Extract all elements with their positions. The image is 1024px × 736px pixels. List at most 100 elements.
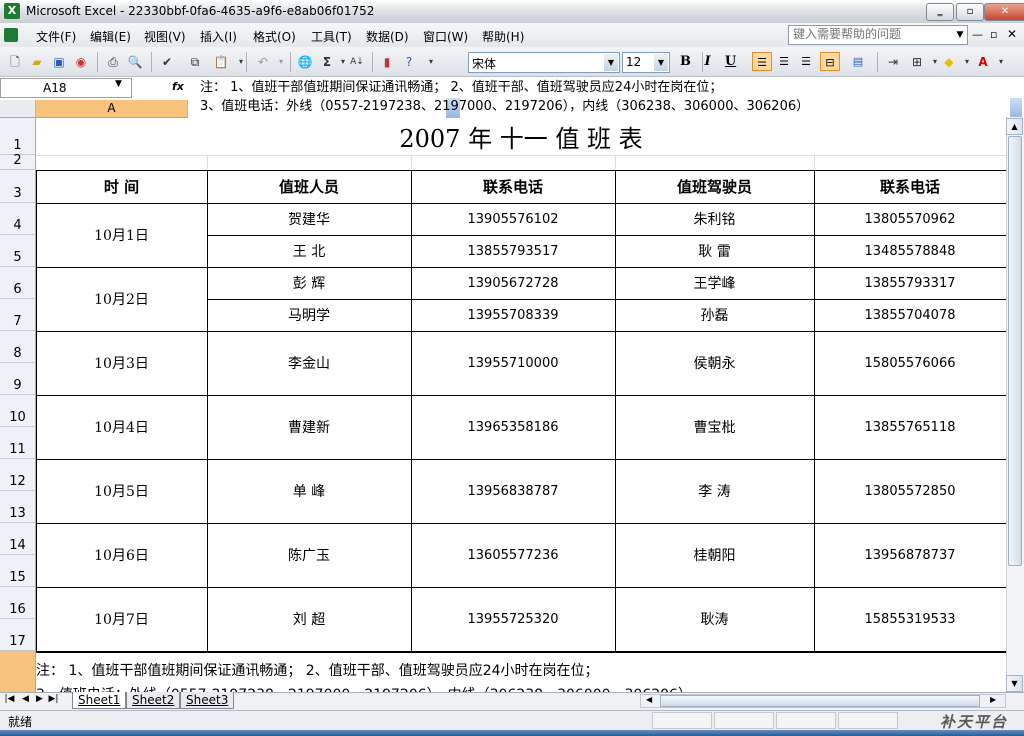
workbook-icon[interactable] (4, 28, 18, 42)
align-right-icon[interactable]: ☰ (796, 52, 816, 71)
row-header[interactable]: 11 (0, 427, 36, 459)
sort-ascending-icon[interactable]: A↓ (348, 53, 366, 71)
staff-name-cell[interactable]: 王 北 (207, 235, 411, 267)
horizontal-scroll-thumb[interactable] (660, 695, 980, 707)
scroll-right-icon[interactable]: ▶ (990, 695, 996, 704)
menu-window[interactable]: 窗口(W) (423, 28, 468, 45)
chevron-down-icon[interactable]: ▼ (953, 26, 967, 44)
column-header-a[interactable]: A (36, 100, 188, 118)
copy-icon[interactable]: ⧉ (186, 53, 204, 71)
staff-name-cell[interactable]: 李金山 (207, 331, 411, 395)
date-cell[interactable]: 10月7日 (36, 587, 207, 651)
chevron-down-icon[interactable]: ▼ (115, 79, 122, 89)
merge-center-icon[interactable]: ⊟ (820, 52, 840, 71)
chevron-down-icon[interactable]: ▾ (232, 53, 250, 71)
driver-name-cell[interactable]: 侯朝永 (615, 331, 814, 395)
menu-file[interactable]: 文件(F) (36, 28, 76, 45)
scroll-up-icon[interactable]: ▲ (1006, 118, 1023, 135)
chevron-down-icon[interactable]: ▼ (604, 54, 618, 71)
date-cell[interactable]: 10月2日 (36, 267, 207, 331)
prev-sheet-icon[interactable]: ◀ (20, 694, 31, 704)
date-cell[interactable]: 10月3日 (36, 331, 207, 395)
driver-name-cell[interactable]: 曹宝枇 (615, 395, 814, 459)
driver-name-cell[interactable]: 孙磊 (615, 299, 814, 331)
row-header[interactable]: 5 (0, 235, 36, 267)
column-title[interactable]: 联系电话 (411, 170, 615, 203)
spelling-icon[interactable]: ✔ (158, 53, 176, 71)
staff-phone-cell[interactable]: 13955710000 (411, 331, 615, 395)
row-header[interactable]: 12 (0, 459, 36, 491)
chevron-down-icon[interactable]: ▾ (272, 53, 290, 71)
vertical-scroll-thumb[interactable] (1008, 136, 1022, 566)
bold-button[interactable]: B (676, 52, 695, 71)
help-icon[interactable]: ? (400, 53, 418, 71)
scroll-down-icon[interactable]: ▼ (1006, 675, 1023, 692)
doc-close-icon[interactable]: ✕ (1007, 27, 1017, 41)
doc-minimize-icon[interactable]: — (972, 28, 983, 41)
date-cell[interactable]: 10月6日 (36, 523, 207, 587)
chevron-down-icon[interactable]: ▾ (992, 53, 1010, 71)
open-folder-icon[interactable]: ▰ (28, 53, 46, 71)
borders-icon[interactable]: ⊞ (908, 53, 926, 71)
menu-data[interactable]: 数据(D) (366, 28, 409, 45)
worksheet-grid[interactable]: 2007 年 十一 值 班 表时 间值班人员 联系电话 值班驾驶员 联系电话 10月1日… (36, 118, 1006, 692)
menu-help[interactable]: 帮助(H) (482, 28, 524, 45)
align-center-icon[interactable]: ☰ (774, 52, 794, 71)
driver-phone-cell[interactable]: 13855793317 (814, 267, 1006, 299)
driver-name-cell[interactable]: 李 涛 (615, 459, 814, 523)
first-sheet-icon[interactable]: |◀ (4, 694, 15, 704)
name-box[interactable]: A18 ▼ (0, 78, 132, 98)
fill-color-icon[interactable]: ◆ (940, 53, 958, 71)
staff-name-cell[interactable]: 曹建新 (207, 395, 411, 459)
row-header-selected[interactable] (0, 651, 36, 693)
row-header[interactable]: 4 (0, 203, 36, 235)
menu-insert[interactable]: 插入(I) (200, 28, 237, 45)
print-icon[interactable]: ⎙ (104, 53, 122, 71)
column-title[interactable]: 值班驾驶员 (615, 170, 814, 203)
row-header[interactable]: 16 (0, 587, 36, 619)
increase-indent-icon[interactable]: ⇥ (884, 53, 902, 71)
scroll-left-icon[interactable]: ◀ (646, 695, 652, 704)
staff-name-cell[interactable]: 刘 超 (207, 587, 411, 651)
row-header[interactable]: 1 (0, 118, 36, 155)
permission-icon[interactable]: ◉ (72, 53, 90, 71)
staff-name-cell[interactable]: 彭 辉 (207, 267, 411, 299)
row-header[interactable]: 15 (0, 555, 36, 587)
menu-view[interactable]: 视图(V) (144, 28, 186, 45)
driver-name-cell[interactable]: 耿涛 (615, 587, 814, 651)
chevron-down-icon[interactable]: ▾ (422, 53, 440, 71)
menu-format[interactable]: 格式(O) (253, 28, 296, 45)
hyperlink-icon[interactable]: 🌐 (296, 53, 314, 71)
help-search-input[interactable] (789, 26, 957, 42)
row-header[interactable]: 10 (0, 395, 36, 427)
select-all-corner[interactable] (0, 100, 36, 118)
driver-phone-cell[interactable]: 13805572850 (814, 459, 1006, 523)
staff-phone-cell[interactable]: 13605577236 (411, 523, 615, 587)
date-cell[interactable]: 10月5日 (36, 459, 207, 523)
italic-button[interactable]: I (698, 52, 717, 71)
font-size-select[interactable]: 12 ▼ (622, 52, 670, 73)
staff-name-cell[interactable]: 陈广玉 (207, 523, 411, 587)
driver-name-cell[interactable]: 朱利铭 (615, 203, 814, 235)
row-header[interactable]: 8 (0, 331, 36, 363)
doc-restore-icon[interactable]: ▫ (990, 28, 997, 41)
row-header[interactable]: 6 (0, 267, 36, 299)
driver-name-cell[interactable]: 耿 雷 (615, 235, 814, 267)
staff-phone-cell[interactable]: 13855793517 (411, 235, 615, 267)
staff-phone-cell[interactable]: 13905576102 (411, 203, 615, 235)
menu-edit[interactable]: 编辑(E) (90, 28, 131, 45)
driver-phone-cell[interactable]: 13805570962 (814, 203, 1006, 235)
print-preview-icon[interactable]: 🔍 (126, 53, 144, 71)
chevron-down-icon[interactable]: ▼ (654, 54, 668, 71)
column-title[interactable]: 时 间 (36, 170, 207, 203)
row-header[interactable]: 13 (0, 491, 36, 523)
save-icon[interactable]: ▣ (50, 53, 68, 71)
underline-button[interactable]: U (721, 52, 740, 71)
driver-phone-cell[interactable]: 15805576066 (814, 331, 1006, 395)
row-header[interactable]: 3 (0, 170, 36, 203)
row-header[interactable]: 9 (0, 363, 36, 395)
staff-phone-cell[interactable]: 13956838787 (411, 459, 615, 523)
menu-tools[interactable]: 工具(T) (311, 28, 352, 45)
row-header[interactable]: 2 (0, 153, 36, 170)
font-color-icon[interactable]: A (974, 53, 992, 71)
